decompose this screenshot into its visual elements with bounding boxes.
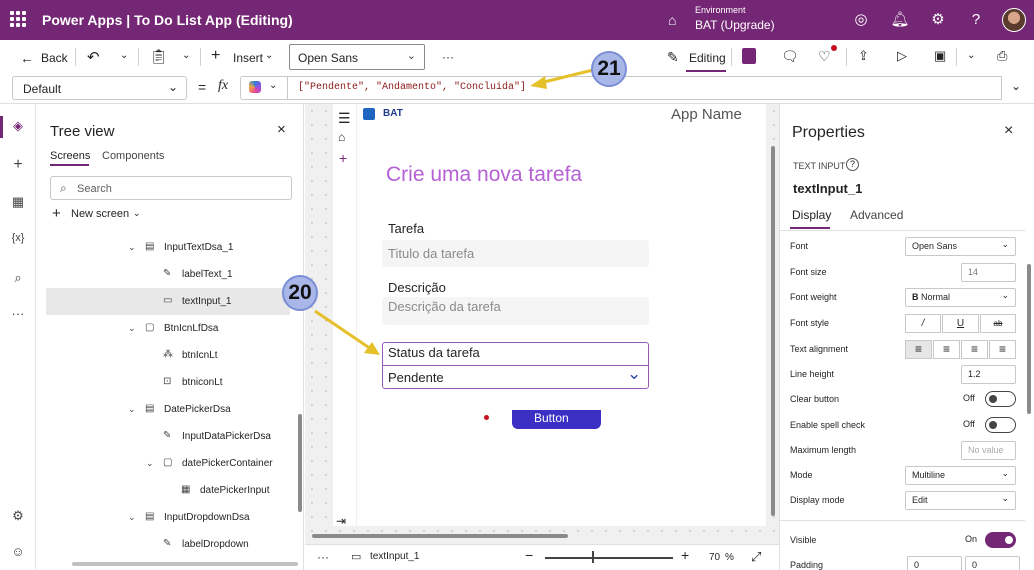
strikethrough-button[interactable]: ab	[980, 314, 1016, 333]
chevron-down-icon: ⌄	[1001, 290, 1009, 300]
prop-spell-check-value: Off	[963, 419, 975, 429]
prop-font-size-input[interactable]: 14	[961, 263, 1016, 282]
prop-font: Font Open Sans ⌄	[790, 235, 1026, 260]
prop-line-height: Line height 1.2	[790, 363, 1026, 388]
zoom-unit: %	[725, 552, 734, 563]
clear-button-toggle[interactable]	[985, 391, 1016, 407]
prop-mode: Mode Multiline ⌄	[790, 464, 1026, 489]
prop-clear-button: Clear button Off	[790, 388, 1026, 413]
zoom-value: 70	[709, 552, 721, 563]
prop-clear-button-value: Off	[963, 393, 975, 403]
prop-max-length: Maximum length No value	[790, 439, 1026, 464]
align-justify-button[interactable]: ≡	[989, 340, 1016, 359]
more-button[interactable]: ···	[317, 550, 329, 564]
tab-advanced[interactable]: Advanced	[850, 208, 903, 222]
prop-font-weight-value: Normal	[921, 292, 951, 302]
properties-scrollbar[interactable]	[1027, 264, 1031, 414]
spell-check-toggle[interactable]	[985, 417, 1016, 433]
prop-visible-value: On	[965, 534, 978, 544]
prop-text-alignment-label: Text alignment	[790, 344, 849, 354]
prop-font-label: Font	[790, 241, 809, 251]
prop-visible-label: Visible	[790, 535, 817, 545]
align-left-button[interactable]: ≡	[905, 340, 932, 359]
prop-font-style: Font style / U ab	[790, 312, 1026, 337]
callout-20: 20	[282, 275, 318, 311]
prop-display-mode-label: Display mode	[790, 495, 845, 505]
tab-underline	[790, 227, 830, 229]
padding-bottom-input[interactable]: 0	[965, 556, 1020, 570]
selected-control-breadcrumb[interactable]: textInput_1	[370, 551, 419, 562]
prop-mode-value: Multiline	[912, 470, 946, 480]
prop-line-height-input[interactable]: 1.2	[961, 365, 1016, 384]
properties-title: Properties	[792, 124, 865, 141]
zoom-slider-track[interactable]	[545, 557, 673, 559]
prop-visible: Visible On	[790, 529, 1026, 554]
zoom-in-icon[interactable]: +	[681, 547, 689, 563]
prop-display-mode-value: Edit	[912, 495, 928, 505]
prop-font-select[interactable]: Open Sans ⌄	[905, 237, 1016, 256]
prop-font-size-label: Font size	[790, 267, 827, 277]
underline-button[interactable]: U	[942, 314, 979, 333]
canvas-footer: ··· ▭ textInput_1 − + 70 % ⤢	[305, 544, 779, 570]
prop-spell-check: Enable spell check Off	[790, 414, 1026, 439]
prop-font-size-value: 14	[968, 267, 979, 277]
visible-toggle[interactable]	[985, 532, 1016, 548]
prop-line-height-value: 1.2	[968, 369, 981, 379]
prop-padding: Padding 0 0	[790, 554, 1026, 570]
zoom-out-icon[interactable]: −	[525, 547, 533, 563]
prop-max-length-label: Maximum length	[790, 445, 857, 455]
divider	[780, 230, 1025, 231]
close-icon[interactable]: ×	[1004, 122, 1013, 140]
prop-padding-label: Padding	[790, 560, 824, 570]
callout-21: 21	[591, 51, 627, 87]
properties-panel: Properties × TEXT INPUT ? textInput_1 Di…	[779, 104, 1034, 570]
prop-font-weight-select[interactable]: B Normal ⌄	[905, 288, 1016, 307]
chevron-down-icon: ⌄	[1001, 493, 1009, 503]
help-icon[interactable]: ?	[846, 158, 859, 171]
arrow-20-line	[314, 309, 372, 351]
prop-font-value: Open Sans	[912, 241, 958, 251]
align-right-button[interactable]: ≡	[961, 340, 988, 359]
italic-button[interactable]: /	[905, 314, 941, 333]
prop-spell-check-label: Enable spell check	[790, 420, 866, 430]
prop-mode-select[interactable]: Multiline ⌄	[905, 466, 1016, 485]
fit-to-window-icon[interactable]: ⤢	[751, 549, 761, 565]
bold-icon: B	[912, 292, 921, 302]
prop-mode-label: Mode	[790, 470, 813, 480]
prop-font-weight: Font weight B Normal ⌄	[790, 286, 1026, 311]
divider	[780, 520, 1025, 521]
arrow-21-line	[539, 68, 594, 85]
prop-display-mode: Display mode Edit ⌄	[790, 489, 1026, 514]
prop-display-mode-select[interactable]: Edit ⌄	[905, 491, 1016, 510]
chevron-down-icon: ⌄	[1001, 239, 1009, 249]
prop-font-weight-label: Font weight	[790, 292, 837, 302]
chevron-down-icon: ⌄	[1001, 468, 1009, 478]
text-input-icon: ▭	[351, 551, 362, 563]
prop-font-size: Font size 14	[790, 261, 1026, 286]
align-center-button[interactable]: ≡	[933, 340, 960, 359]
prop-line-height-label: Line height	[790, 369, 835, 379]
prop-text-alignment: Text alignment ≡ ≡ ≡ ≡	[790, 338, 1026, 363]
prop-max-length-placeholder: No value	[968, 445, 1004, 455]
padding-top-value: 0	[914, 560, 920, 570]
padding-bottom-value: 0	[972, 560, 978, 570]
zoom-slider-thumb[interactable]	[592, 551, 594, 563]
prop-max-length-input[interactable]: No value	[961, 441, 1016, 460]
tab-display[interactable]: Display	[792, 208, 831, 222]
prop-font-style-label: Font style	[790, 318, 830, 328]
padding-top-input[interactable]: 0	[907, 556, 962, 570]
control-name: textInput_1	[793, 181, 863, 196]
arrow-20-head	[364, 342, 380, 355]
control-type: TEXT INPUT	[793, 161, 846, 171]
prop-clear-button-label: Clear button	[790, 394, 840, 404]
arrow-21-head	[530, 76, 547, 89]
